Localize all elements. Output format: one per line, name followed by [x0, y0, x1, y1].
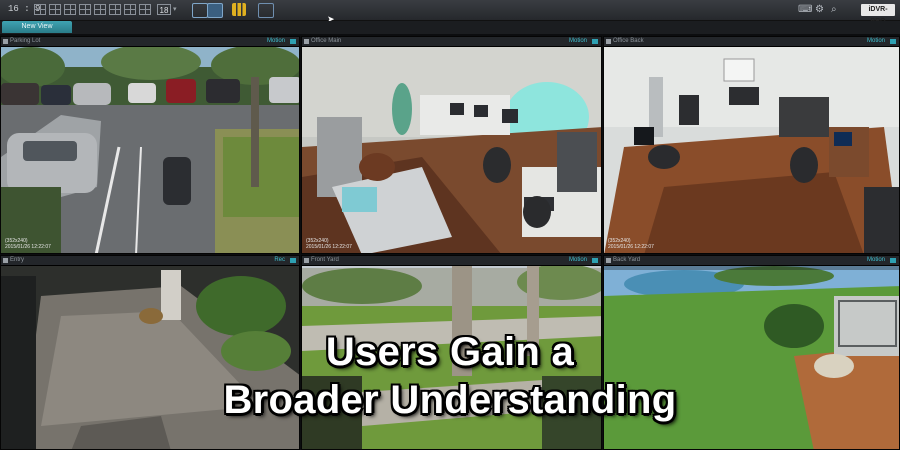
camera-header: Office Main Motion: [302, 37, 601, 47]
camera-status: Motion: [568, 38, 587, 44]
camera-icon: [606, 39, 611, 44]
camera-status: Rec: [274, 257, 285, 263]
office-back-scene: [604, 37, 899, 253]
record-indicator-icon: [290, 258, 296, 263]
search-icon[interactable]: ⌕: [831, 4, 837, 15]
office-main-scene: [302, 37, 601, 253]
record-indicator-icon: [890, 39, 896, 44]
camera-header: Entry Rec: [1, 256, 299, 266]
camera-header: Back Yard Motion: [604, 256, 899, 266]
monitor-icon[interactable]: [207, 3, 223, 18]
camera-status: Motion: [866, 257, 885, 263]
camera-name: Office Back: [613, 38, 644, 44]
camera-status: Motion: [266, 38, 285, 44]
camera-name: Parking Lot: [10, 38, 41, 44]
record-indicator-icon: [890, 258, 896, 263]
caption-line-2: Broader Understanding: [223, 378, 677, 422]
camera-icon: [606, 258, 611, 263]
layout-4x4-icon[interactable]: [79, 4, 91, 15]
layout-1p7-icon[interactable]: [109, 4, 121, 15]
caption-line-1: Users Gain a: [325, 330, 575, 374]
camera-tile-parking[interactable]: Parking Lot Motion (352x240) 2015/01/26 12…: [0, 36, 300, 254]
layout-2p8-icon[interactable]: [124, 4, 136, 15]
camera-tile-office-back[interactable]: Office Back Motion (352x240) 2015/01/26 12…: [603, 36, 900, 254]
camera-status: Motion: [568, 257, 587, 263]
camera-header: Front Yard Motion: [302, 256, 601, 266]
record-indicator-icon: [290, 39, 296, 44]
brand-logo: iDVR-PRO: [861, 4, 895, 25]
camera-status: Motion: [866, 38, 885, 44]
record-indicator-icon: [592, 39, 598, 44]
sequence-icon[interactable]: [192, 3, 208, 18]
camera-timestamp: (352x240) 2015/01/26 12:22:07: [306, 238, 352, 250]
chevron-down-icon[interactable]: ▾: [173, 5, 177, 13]
camera-header: Parking Lot Motion: [1, 37, 299, 47]
camera-name: Office Main: [311, 38, 342, 44]
view-tabs-bar: New View: [0, 21, 900, 34]
tab-new-view[interactable]: New View: [2, 21, 72, 33]
camera-name: Front Yard: [311, 257, 339, 263]
camera-header: Office Back Motion: [604, 37, 899, 47]
parking-lot-scene: [1, 37, 299, 253]
multiview-icon[interactable]: [258, 3, 274, 18]
record-indicator-icon: [592, 258, 598, 263]
layout-5x5-icon[interactable]: [139, 4, 151, 15]
keyboard-icon[interactable]: ⌨: [798, 4, 812, 15]
camera-timestamp: (352x240) 2015/01/26 12:22:07: [608, 238, 654, 250]
gear-icon[interactable]: ⚙: [815, 4, 824, 15]
main-toolbar: 16 : 9 18 ▾ ➤ ⌨ ⚙ ⌕ iDVR-PRO: [0, 0, 900, 25]
camera-icon: [304, 258, 309, 263]
layout-1x1-icon[interactable]: [34, 4, 46, 15]
layout-2x2-icon[interactable]: [49, 4, 61, 15]
camera-icon: [3, 258, 8, 263]
camera-name: Back Yard: [613, 257, 641, 263]
channel-count-select[interactable]: 18: [157, 4, 171, 15]
camera-tile-office-main[interactable]: Office Main Motion (352x240) 2015/01/26 12…: [301, 36, 602, 254]
camera-icon: [304, 39, 309, 44]
camera-name: Entry: [10, 257, 25, 263]
camera-icon: [3, 39, 8, 44]
signal-bars-icon[interactable]: [232, 3, 246, 16]
layout-1p5-icon[interactable]: [94, 4, 106, 15]
layout-3x3-icon[interactable]: [64, 4, 76, 15]
camera-timestamp: (352x240) 2015/01/26 12:22:07: [5, 238, 51, 250]
